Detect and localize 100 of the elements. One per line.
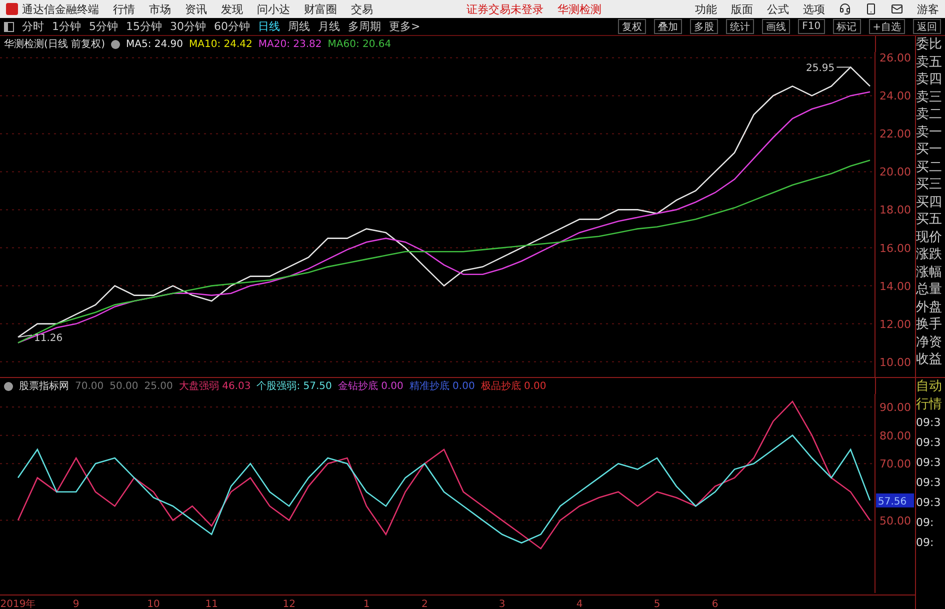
indicator-title: 股票指标网 [19,380,69,393]
app-title: 通达信金融终端 [22,2,99,16]
menu-item[interactable]: 版面 [731,2,753,16]
axis-label: 90.00 [880,401,911,414]
mail-icon[interactable] [891,3,903,15]
price-label: 25.95 [806,63,835,74]
menu-item[interactable]: 公式 [767,2,789,16]
quote-field-label: 委比 [916,36,943,54]
menu-item[interactable]: 问小达 [257,2,290,16]
user-label[interactable]: 游客 [917,2,939,16]
quote-field-label: 买五 [916,211,943,228]
mode-label[interactable]: 自动 [916,378,945,396]
current-value-tag: 57.56 [876,493,914,508]
period-tab[interactable]: 更多> [389,19,420,34]
toolbar-button[interactable]: 统计 [726,19,754,34]
level-value: 50.00 [110,380,138,392]
chart-title: 华测检测(日线 前复权) [4,38,105,51]
axis-label: 14.00 [880,280,911,293]
tick-time: 09:3 [916,435,942,451]
toolbar-button[interactable]: 多股 [690,19,718,34]
indicator-legend: 个股强弱: 57.50 [256,379,332,393]
period-tab[interactable]: 30分钟 [170,19,206,34]
date-label: 3 [498,599,506,609]
menu-item[interactable]: 功能 [695,2,717,16]
leader-line [836,66,852,68]
menu-item[interactable]: 交易 [351,2,373,16]
quote-field-label: 卖五 [916,54,943,71]
date-label: 6 [712,599,718,609]
period-tab[interactable]: 日线 [258,19,280,34]
quote-field-label: 涨幅 [916,264,943,281]
quote-field-label: 卖二 [916,106,943,124]
mode-label[interactable]: 行情 [916,396,945,413]
period-tab[interactable]: 周线 [288,19,310,34]
quote-field-label: 外盘 [916,298,943,316]
panel-toggle-icon[interactable] [4,22,14,32]
date-label: 11 [205,599,218,609]
toolbar-button[interactable]: 叠加 [654,19,682,34]
tick-time: 09:3 [916,455,942,471]
date-label: 12 [282,599,296,609]
notice-link[interactable]: 华测检测 [558,2,602,16]
toolbar-button[interactable]: +自选 [868,19,905,34]
quote-field-label: 卖一 [916,124,943,141]
toolbar-button[interactable]: 标记 [832,19,861,34]
quote-field-label: 买三 [916,176,943,194]
level-value: 70.00 [75,380,104,392]
date-label: 4 [576,599,583,609]
period-tab[interactable]: 多周期 [348,19,381,34]
menu-item[interactable]: 财富圈 [304,2,337,16]
app-logo-icon [6,3,18,15]
date-label: 5 [654,599,660,609]
indicator-legend: 精准抄底 0.00 [409,379,475,393]
axis-label: 26.00 [880,52,911,65]
toolbar-button[interactable]: 复权 [618,19,646,34]
axis-label: 50.00 [880,514,911,528]
date-label: 10 [147,599,160,609]
menu-item[interactable]: 行情 [113,2,135,16]
indicator-legend: 大盘强弱 46.03 [178,379,251,393]
period-tab[interactable]: 分时 [22,19,44,34]
period-tab[interactable]: 5分钟 [89,19,118,34]
menu-item[interactable]: 市场 [149,2,171,16]
date-label: 2019年 [0,599,36,609]
axis-label: 12.00 [880,318,911,331]
date-label: 1 [363,599,370,609]
toolbar-button[interactable]: 返回 [913,19,941,34]
menu-item[interactable]: 资讯 [185,2,207,16]
axis-label: 70.00 [880,458,911,471]
axis-label: 18.00 [880,204,911,217]
date-label: 2 [421,599,428,609]
quote-field-label: 换手 [916,316,943,334]
menu-item[interactable]: 选项 [803,2,825,16]
period-tab[interactable]: 月线 [318,19,340,34]
quote-field-label: 买二 [916,158,943,176]
tick-time: 09:3 [916,415,942,431]
menu-item[interactable]: 发现 [221,2,243,16]
axis-label: 22.00 [880,128,911,141]
quote-field-label: 涨跌 [916,246,943,264]
date-label: 9 [72,599,80,609]
ma-legend: MA5: 24.90 [126,38,183,50]
tick-time: 09:3 [916,495,942,511]
quote-field-label: 卖三 [916,88,943,106]
toolbar-button[interactable]: F10 [798,19,825,34]
notice-link[interactable]: 证券交易未登录 [466,2,544,16]
axis-label: 24.00 [880,90,911,103]
headset-icon[interactable] [839,3,851,15]
quote-field-label: 收益 [916,351,943,368]
quote-field-label: 买四 [916,194,943,211]
period-tab[interactable]: 60分钟 [214,19,250,34]
phone-icon[interactable] [865,3,877,15]
period-tab[interactable]: 1分钟 [52,19,81,34]
ma-legend: MA20: 23.82 [258,38,322,50]
quote-field-label: 卖四 [916,71,943,88]
axis-label: 20.00 [880,166,911,179]
tick-time: 09: [916,515,935,531]
tick-time: 09:3 [916,475,942,491]
quote-field-label: 买一 [916,141,943,158]
toolbar-button[interactable]: 画线 [762,19,790,34]
leader-line [18,334,32,338]
level-value: 25.00 [144,380,173,392]
period-tab[interactable]: 15分钟 [126,19,162,34]
ma-legend: MA10: 24.42 [189,38,252,50]
